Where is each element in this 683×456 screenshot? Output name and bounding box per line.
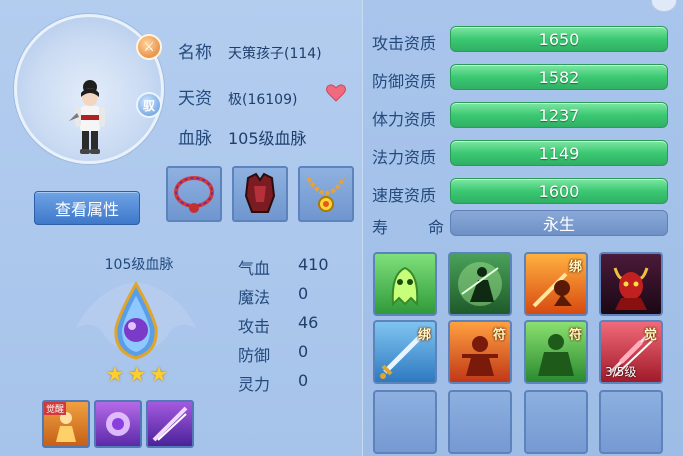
blood-value: 105级血脉 [228,129,307,148]
bloodline-skill-2[interactable] [94,400,142,448]
armor-icon [244,172,276,213]
bloodline-skill-3[interactable] [146,400,194,448]
pet-blood-row: 血脉 105级血脉 [178,124,307,149]
skill-slot-empty[interactable] [524,390,588,454]
skill-slot-empty[interactable] [373,390,437,454]
stat-label: 灵力 [238,375,271,394]
aptitude-bar: 1237 [450,102,668,128]
stat-row: 防御 0 [238,342,308,366]
aptitude-bar: 1582 [450,64,668,90]
talisman-tag: 符 [492,328,506,343]
aptitude-label: 攻击资质 [372,34,437,53]
stat-label: 魔法 [238,288,271,307]
name-value: 天策孩子(114) [228,46,322,62]
awaken-tag: 觉醒 [44,402,67,415]
aptitude-bar: 1600 [450,178,668,204]
bind-tag: 绑 [568,260,582,275]
bind-badge-icon: 驭 [136,92,162,118]
heart-icon[interactable] [326,84,346,102]
stat-row: 魔法 0 [238,284,308,308]
aptitude-label: 速度资质 [372,186,437,205]
skill-slot-6[interactable]: 符 [448,320,512,384]
skill-slot-8[interactable]: 觉 3/5级 [599,320,663,384]
lifespan-value: 永生 [450,210,668,236]
aptitude-label: 体力资质 [372,110,437,129]
skill-slot-2[interactable] [448,252,512,316]
lifespan-label-a: 寿 [372,218,389,237]
aptitude-label: 天资 [178,89,212,109]
lifespan-label-b: 命 [427,218,444,237]
stat-label: 防御 [238,346,271,365]
star-icon: ★ [150,362,168,386]
skill-slot-3[interactable]: 绑 [524,252,588,316]
skill-slot-empty[interactable] [448,390,512,454]
stat-value: 0 [298,371,309,390]
star-icon: ★ [128,362,146,386]
equip-slot-armor[interactable] [232,166,288,222]
aptitude-label: 法力资质 [372,148,437,167]
aptitude-bar: 1149 [450,140,668,166]
skill-slot-empty[interactable] [599,390,663,454]
slash-skill-icon [152,406,188,442]
spirit-skill-icon [106,412,130,436]
bind-tag: 绑 [417,328,431,343]
pet-name-row: 名称 天策孩子(114) [178,38,322,63]
ghost-skill-icon [391,266,419,307]
stat-value: 0 [298,284,309,303]
ninja-skill-icon [458,262,502,306]
bloodline-skill-1[interactable]: 觉醒 [42,400,90,448]
equip-slot-necklace[interactable] [166,166,222,222]
stat-row: 灵力 0 [238,371,308,395]
view-attributes-button[interactable]: 查看属性 [34,191,140,225]
blood-label: 血脉 [178,129,212,149]
stat-label: 气血 [238,259,271,278]
aptitude-value: 极(16109) [228,92,298,108]
pet-aptitude-row: 天资 极(16109) [178,84,297,109]
skill-slot-4[interactable] [599,252,663,316]
stat-value: 0 [298,342,309,361]
aptitude-label: 防御资质 [372,72,437,91]
necklace-icon [174,176,214,213]
skill-slot-1[interactable] [373,252,437,316]
stat-row: 气血 410 [238,255,329,279]
stat-row: 攻击 46 [238,313,318,337]
equip-slot-amulet[interactable] [298,166,354,222]
pet-character-icon [69,80,105,154]
talisman-tag: 符 [568,328,582,343]
skill-slot-7[interactable]: 符 [524,320,588,384]
demon-skill-icon [613,267,649,310]
awaken-tag: 觉 [643,328,657,343]
awaken-level: 3/5级 [605,365,637,379]
skill-slot-5[interactable]: 绑 [373,320,437,384]
lifespan-label: 寿 命 [372,214,444,238]
stat-value: 46 [298,313,319,332]
aptitude-bar: 1650 [450,26,668,52]
star-icon: ★ [106,362,124,386]
rank-badge-icon: ⚔ [136,34,162,60]
stat-label: 攻击 [238,317,271,336]
stat-value: 410 [298,255,329,274]
amulet-icon [306,176,346,212]
name-label: 名称 [178,43,212,63]
